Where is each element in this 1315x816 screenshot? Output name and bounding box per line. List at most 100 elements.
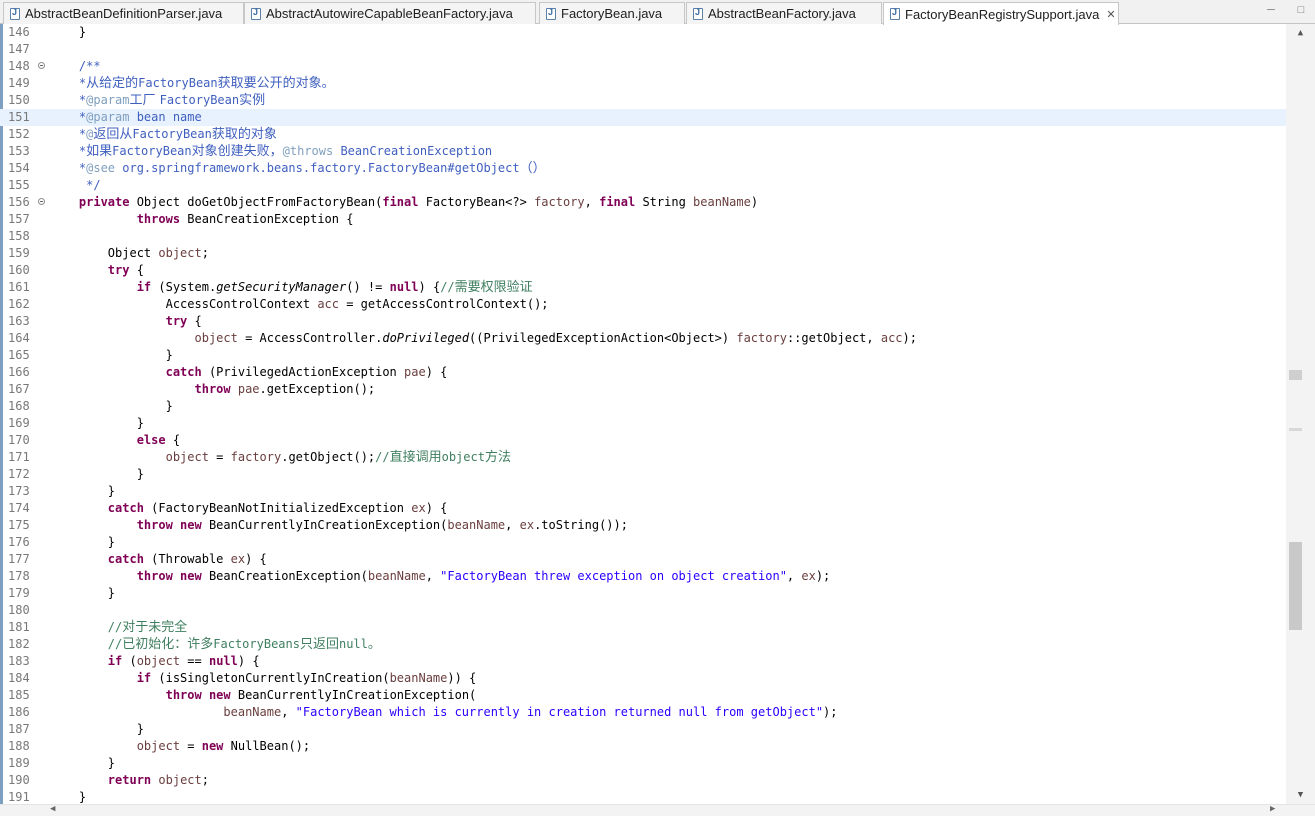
code-text: } bbox=[50, 721, 144, 738]
code-line[interactable]: 191 } bbox=[0, 789, 1286, 804]
close-icon[interactable]: ✕ bbox=[1106, 8, 1115, 21]
minimize-icon[interactable]: ─ bbox=[1263, 2, 1279, 18]
code-token: @param bbox=[86, 110, 130, 124]
code-line[interactable]: 180 bbox=[0, 602, 1286, 619]
code-token: } bbox=[50, 467, 144, 481]
horizontal-scrollbar[interactable] bbox=[0, 804, 1315, 816]
line-number: 174 bbox=[8, 501, 30, 515]
code-line[interactable]: 148 /** bbox=[0, 58, 1286, 75]
tab-factorybean[interactable]: FactoryBean.java bbox=[539, 2, 685, 24]
tab-abstractautowirecapablebeanfactory[interactable]: AbstractAutowireCapableBeanFactory.java bbox=[244, 2, 536, 24]
code-editor[interactable]: 146 } 147 148 /** 149 *从给定的FactoryBean获取要公开… bbox=[0, 24, 1286, 804]
code-line[interactable]: 160 try { bbox=[0, 262, 1286, 279]
code-token: final bbox=[382, 195, 419, 209]
code-line[interactable]: 162 AccessControlContext acc = getAccess… bbox=[0, 296, 1286, 313]
code-line[interactable]: 190 return object; bbox=[0, 772, 1286, 789]
code-line[interactable]: 178 throw new BeanCreationException(bean… bbox=[0, 568, 1286, 585]
code-token: final bbox=[599, 195, 636, 209]
code-token: 返回从 bbox=[93, 127, 133, 142]
code-line[interactable]: 172 } bbox=[0, 466, 1286, 483]
fold-toggle-icon[interactable] bbox=[38, 198, 45, 205]
code-line[interactable]: 181 //对于未完全 bbox=[0, 619, 1286, 636]
code-token: catch bbox=[50, 365, 202, 379]
line-number: 178 bbox=[8, 569, 30, 583]
tab-abstractbeandefinitionparser[interactable]: AbstractBeanDefinitionParser.java bbox=[3, 2, 244, 24]
code-line[interactable]: 150 *@param工厂 FactoryBean实例 bbox=[0, 92, 1286, 109]
code-line[interactable]: 174 catch (FactoryBeanNotInitializedExce… bbox=[0, 500, 1286, 517]
overview-marker[interactable] bbox=[1289, 370, 1302, 380]
code-token: , bbox=[425, 569, 441, 583]
code-line[interactable]: 176 } bbox=[0, 534, 1286, 551]
scroll-right-icon[interactable]: ▶ bbox=[1270, 804, 1275, 814]
code-line[interactable]: 156 private Object doGetObjectFromFactor… bbox=[0, 194, 1286, 211]
code-token: FactoryBean<?> bbox=[418, 195, 535, 209]
code-token: beanName bbox=[447, 518, 506, 532]
code-line[interactable]: 164 object = AccessController.doPrivileg… bbox=[0, 330, 1286, 347]
code-line[interactable]: 146 } bbox=[0, 24, 1286, 41]
code-line[interactable]: 189 } bbox=[0, 755, 1286, 772]
code-line[interactable]: 151 *@param bean name bbox=[0, 109, 1286, 126]
code-line[interactable]: 166 catch (PrivilegedActionException pae… bbox=[0, 364, 1286, 381]
code-line[interactable]: 154 *@see org.springframework.beans.fact… bbox=[0, 160, 1286, 177]
code-text: *从给定的FactoryBean获取要公开的对象。 bbox=[50, 75, 335, 92]
code-line[interactable]: 177 catch (Throwable ex) { bbox=[0, 551, 1286, 568]
code-token: 获取要公开的对象。 bbox=[217, 76, 335, 91]
code-text: throw new BeanCurrentlyInCreationExcepti… bbox=[50, 687, 477, 704]
code-token: beanName bbox=[367, 569, 426, 583]
overview-marker[interactable] bbox=[1289, 428, 1302, 431]
code-line[interactable]: 171 object = factory.getObject();//直接调用o… bbox=[0, 449, 1286, 466]
code-text: } bbox=[50, 483, 115, 500]
code-line[interactable]: 183 if (object == null) { bbox=[0, 653, 1286, 670]
code-line[interactable]: 184 if (isSingletonCurrentlyInCreation(b… bbox=[0, 670, 1286, 687]
code-token: null bbox=[208, 654, 238, 668]
code-line[interactable]: 163 try { bbox=[0, 313, 1286, 330]
code-line[interactable]: 158 bbox=[0, 228, 1286, 245]
code-token: // bbox=[50, 637, 123, 651]
code-line[interactable]: 179 } bbox=[0, 585, 1286, 602]
code-text: //已初始化：许多FactoryBeans只返回null。 bbox=[50, 636, 381, 653]
vertical-scrollbar[interactable] bbox=[1286, 24, 1315, 804]
code-line[interactable]: 187 } bbox=[0, 721, 1286, 738]
code-token: ) { bbox=[245, 552, 267, 566]
code-line[interactable]: 168 } bbox=[0, 398, 1286, 415]
code-text: catch (FactoryBeanNotInitializedExceptio… bbox=[50, 500, 448, 517]
code-line[interactable]: 188 object = new NullBean(); bbox=[0, 738, 1286, 755]
tab-factorybeanregistrysupport[interactable]: FactoryBeanRegistrySupport.java ✕ bbox=[883, 2, 1119, 25]
code-token: org.springframework.beans.factory.Factor… bbox=[115, 161, 520, 175]
tab-abstractbeanfactory[interactable]: AbstractBeanFactory.java bbox=[686, 2, 882, 24]
scrollbar-thumb[interactable] bbox=[1289, 542, 1302, 630]
code-line[interactable]: 165 } bbox=[0, 347, 1286, 364]
code-token: ) bbox=[750, 195, 759, 209]
code-token: private bbox=[50, 195, 130, 209]
code-line[interactable]: 157 throws BeanCreationException { bbox=[0, 211, 1286, 228]
scroll-down-icon[interactable]: ▼ bbox=[1286, 790, 1315, 804]
line-number: 175 bbox=[8, 518, 30, 532]
code-token: .getObject(); bbox=[281, 450, 376, 464]
code-line[interactable]: 182 //已初始化：许多FactoryBeans只返回null。 bbox=[0, 636, 1286, 653]
scroll-left-icon[interactable]: ◀ bbox=[50, 804, 55, 814]
code-line[interactable]: 155 */ bbox=[0, 177, 1286, 194]
code-line[interactable]: 186 beanName, "FactoryBean which is curr… bbox=[0, 704, 1286, 721]
code-line[interactable]: 149 *从给定的FactoryBean获取要公开的对象。 bbox=[0, 75, 1286, 92]
code-text: */ bbox=[50, 177, 100, 194]
fold-toggle-icon[interactable] bbox=[38, 62, 45, 69]
code-token: beanName bbox=[693, 195, 751, 209]
code-token: throw new bbox=[50, 569, 202, 583]
code-line[interactable]: 170 else { bbox=[0, 432, 1286, 449]
code-line[interactable]: 173 } bbox=[0, 483, 1286, 500]
code-line[interactable]: 167 throw pae.getException(); bbox=[0, 381, 1286, 398]
code-text: *如果FactoryBean对象创建失败，@throws BeanCreatio… bbox=[50, 143, 492, 160]
code-line[interactable]: 185 throw new BeanCurrentlyInCreationExc… bbox=[0, 687, 1286, 704]
code-line[interactable]: 147 bbox=[0, 41, 1286, 58]
code-token: Object doGetObjectFromFactoryBean( bbox=[129, 195, 383, 209]
code-text: if (object == null) { bbox=[50, 653, 260, 670]
code-line[interactable]: 153 *如果FactoryBean对象创建失败，@throws BeanCre… bbox=[0, 143, 1286, 160]
code-line[interactable]: 169 } bbox=[0, 415, 1286, 432]
code-line[interactable]: 152 *@返回从FactoryBean获取的对象 bbox=[0, 126, 1286, 143]
code-line[interactable]: 175 throw new BeanCurrentlyInCreationExc… bbox=[0, 517, 1286, 534]
scroll-up-icon[interactable]: ▲ bbox=[1286, 28, 1315, 42]
code-line[interactable]: 159 Object object; bbox=[0, 245, 1286, 262]
code-line[interactable]: 161 if (System.getSecurityManager() != n… bbox=[0, 279, 1286, 296]
maximize-icon[interactable]: □ bbox=[1293, 2, 1309, 18]
line-number: 187 bbox=[8, 722, 30, 736]
